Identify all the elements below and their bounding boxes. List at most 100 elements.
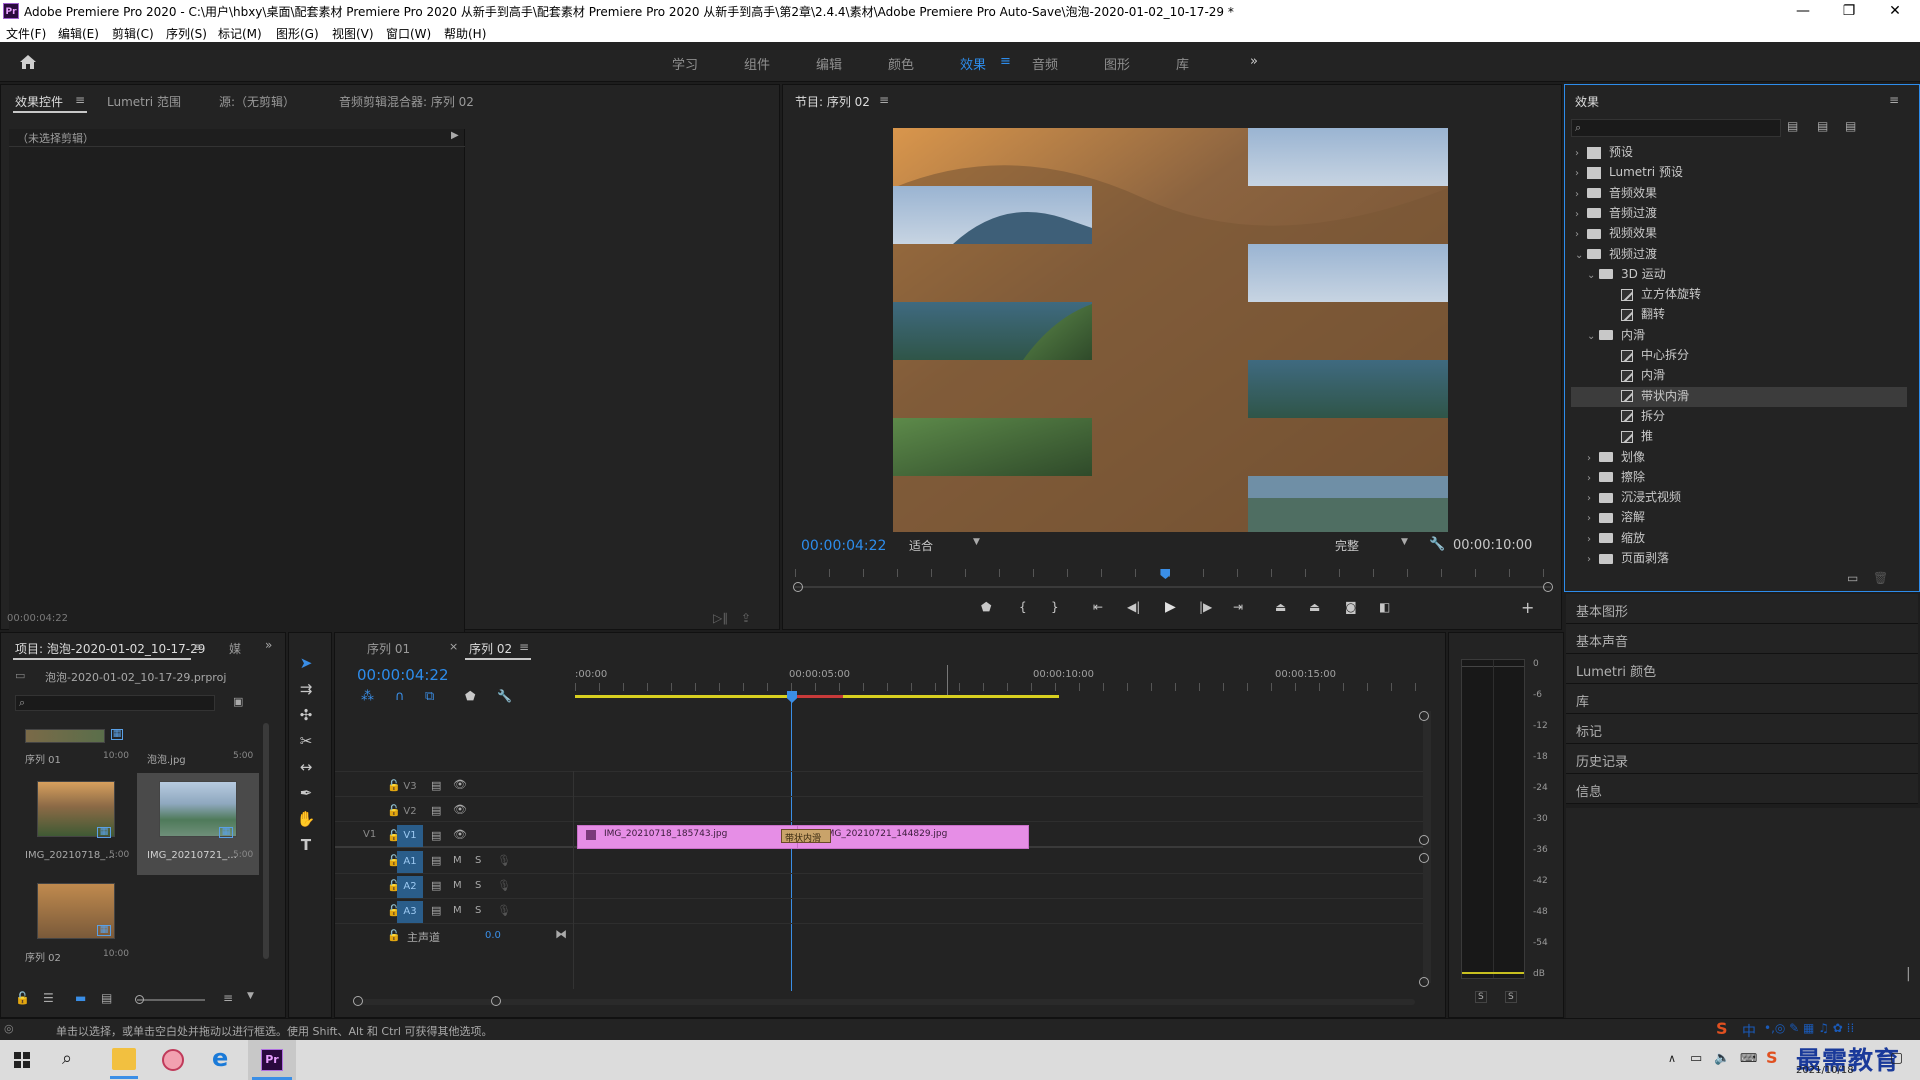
track-label-a1[interactable]: A1 [397, 851, 423, 873]
mute-button[interactable]: M [453, 855, 462, 866]
workspace-editing[interactable]: 编辑 [816, 54, 842, 73]
tab-sequence-02[interactable]: 序列 02 [469, 640, 512, 657]
side-panel-section[interactable]: 历史记录 [1566, 744, 1918, 774]
eye-icon[interactable]: 👁 [453, 778, 467, 791]
sync-lock-icon[interactable]: ▤ [431, 854, 441, 867]
effects-tree-item[interactable]: › 音频效果 [1571, 184, 1907, 204]
transition-marker[interactable]: 带状内滑 [781, 829, 831, 843]
tab-media-browser[interactable]: 媒 [229, 640, 241, 657]
zoom-handle-left[interactable] [353, 996, 363, 1006]
menu-sequence[interactable]: 序列(S) [166, 25, 207, 42]
go-to-out-icon[interactable]: ⇥ [1233, 600, 1243, 614]
close-tab-icon[interactable]: × [449, 640, 458, 653]
track-label-v2[interactable]: V2 [397, 801, 423, 823]
settings-wrench-icon[interactable]: 🔧 [1429, 537, 1445, 552]
button-editor-plus-icon[interactable]: + [1521, 598, 1534, 617]
effects-tree-item[interactable]: 翻转 [1571, 305, 1907, 325]
monitor-menu-icon[interactable]: ≡ [879, 93, 889, 107]
program-video-frame[interactable] [893, 128, 1448, 532]
notification-icon[interactable]: ▢ [1890, 1050, 1903, 1066]
effects-tree-item[interactable]: › 划像 [1571, 448, 1907, 468]
sync-lock-icon[interactable]: ▤ [431, 804, 441, 817]
workspace-libraries[interactable]: 库 [1176, 54, 1189, 73]
solo-button[interactable]: S [475, 905, 481, 916]
more-panels-icon[interactable]: » [265, 638, 272, 652]
voiceover-mic-icon[interactable]: 🎙 [497, 904, 511, 917]
network-icon[interactable]: ▭ [1690, 1051, 1702, 1066]
menu-file[interactable]: 文件(F) [6, 25, 46, 42]
solo-left-button[interactable]: S [1475, 991, 1487, 1003]
project-menu-icon[interactable]: ≡ [193, 640, 203, 654]
effects-search-input[interactable]: ⌕ [1571, 119, 1781, 137]
menu-clip[interactable]: 剪辑(C) [112, 25, 154, 42]
chevron-right-icon[interactable]: › [1575, 168, 1587, 179]
menu-graphics[interactable]: 图形(G) [276, 25, 319, 42]
effects-tree-item[interactable]: 带状内滑 [1571, 386, 1907, 407]
find-icon[interactable]: ▣ [233, 695, 243, 708]
workspace-assembly[interactable]: 组件 [744, 54, 770, 73]
edge-browser-icon[interactable]: e [212, 1044, 228, 1072]
menu-window[interactable]: 窗口(W) [386, 25, 431, 42]
accelerated-effects-icon[interactable]: ▤ [1787, 119, 1798, 133]
go-to-end-icon[interactable]: ⧓ [555, 927, 567, 941]
ime-language[interactable]: 中 [1742, 1021, 1756, 1041]
chevron-right-icon[interactable]: › [1587, 513, 1599, 524]
solo-button[interactable]: S [475, 855, 481, 866]
tab-effect-controls[interactable]: 效果控件 [15, 93, 63, 110]
project-search-input[interactable]: ⌕ [15, 695, 215, 711]
lift-icon[interactable]: ⏏ [1275, 600, 1286, 614]
windows-start-icon[interactable] [14, 1052, 30, 1068]
side-panel-section[interactable]: Lumetri 颜色 [1566, 654, 1918, 684]
track-label-a2[interactable]: A2 [397, 876, 423, 898]
pen-tool-icon[interactable]: ✒ [293, 781, 319, 805]
effects-tree-item[interactable]: › 沉浸式视频 [1571, 488, 1907, 508]
scroll-handle[interactable] [1419, 711, 1429, 721]
sync-lock-icon[interactable]: ▤ [431, 779, 441, 792]
effects-tree-item[interactable]: › 音频过渡 [1571, 204, 1907, 224]
chevron-down-icon[interactable]: ⌄ [1575, 250, 1587, 261]
delete-icon[interactable]: 🗑 [1873, 571, 1888, 585]
ripple-edit-tool-icon[interactable]: ✣ [293, 703, 319, 727]
chevron-right-icon[interactable]: › [1575, 209, 1587, 220]
effects-tree-item[interactable]: › 缩放 [1571, 529, 1907, 549]
lock-icon[interactable]: 🔓 [387, 929, 401, 942]
side-panel-section[interactable]: 基本图形 [1566, 594, 1918, 624]
solo-right-button[interactable]: S [1505, 991, 1517, 1003]
razor-tool-icon[interactable]: ✂ [293, 729, 319, 753]
minimize-button[interactable]: — [1780, 0, 1826, 22]
search-icon[interactable]: ⌕ [62, 1048, 72, 1069]
eye-icon[interactable]: 👁 [453, 803, 467, 816]
add-marker-icon[interactable]: ⬟ [465, 689, 475, 703]
workspace-effects[interactable]: 效果 [960, 54, 986, 73]
voiceover-mic-icon[interactable]: 🎙 [497, 879, 511, 892]
side-panel-section[interactable]: 基本声音 [1566, 624, 1918, 654]
workspace-audio[interactable]: 音频 [1032, 54, 1058, 73]
chevron-down-icon[interactable]: ▼ [247, 991, 254, 1001]
chevron-down-icon[interactable]: ⌄ [1587, 270, 1599, 281]
side-panel-section[interactable]: 信息 [1566, 774, 1918, 804]
source-patch-v1[interactable]: V1 [363, 829, 376, 840]
chevron-right-icon[interactable]: › [1575, 229, 1587, 240]
menu-edit[interactable]: 编辑(E) [58, 25, 99, 42]
linked-selection-icon[interactable]: ⧉ [425, 689, 434, 704]
sort-icon[interactable]: ≡ [223, 991, 233, 1005]
export-frame-icon[interactable]: ⇪ [741, 611, 751, 625]
volume-icon[interactable]: 🔈 [1714, 1051, 1730, 1066]
chevron-right-icon[interactable]: › [1587, 473, 1599, 484]
horizontal-scrollbar[interactable] [355, 999, 1415, 1005]
extract-icon[interactable]: ⏏ [1309, 600, 1320, 614]
effects-tree-item[interactable]: › 预设 [1571, 143, 1907, 163]
zoom-slider[interactable] [137, 999, 205, 1001]
list-view-icon[interactable]: ☰ [43, 991, 54, 1005]
scroll-handle[interactable] [1419, 977, 1429, 987]
voiceover-mic-icon[interactable]: 🎙 [497, 854, 511, 867]
scrollbar-icon[interactable]: | [1906, 966, 1911, 982]
effects-tree-item[interactable]: 推 [1571, 427, 1907, 447]
effects-tree-item[interactable]: ⌄ 3D 运动 [1571, 265, 1907, 285]
chevron-right-icon[interactable]: › [1587, 493, 1599, 504]
effects-tree-item[interactable]: ⌄ 视频过渡 [1571, 245, 1907, 265]
premiere-taskbar-button[interactable]: Pr [248, 1040, 296, 1080]
close-button[interactable]: ✕ [1872, 0, 1918, 22]
track-label-v3[interactable]: V3 [397, 776, 423, 798]
zoom-handle-left[interactable] [793, 582, 803, 592]
